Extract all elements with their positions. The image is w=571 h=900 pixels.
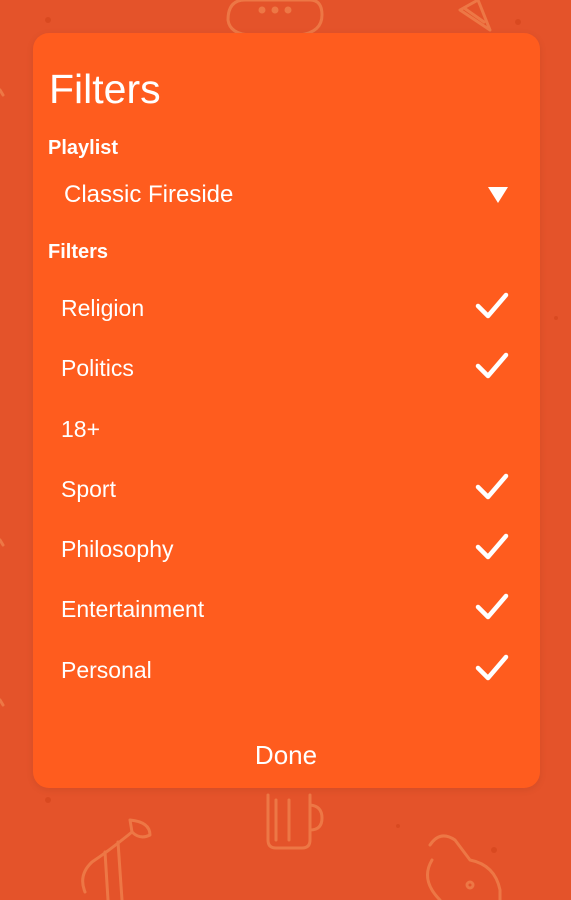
filter-label: Philosophy (61, 536, 174, 563)
checkmark-icon (475, 533, 509, 560)
checkmark-icon (475, 654, 509, 681)
filter-item-personal[interactable]: Personal (33, 640, 540, 700)
playlist-label: Playlist (48, 137, 119, 159)
filter-label: 18+ (61, 415, 101, 442)
filter-item-sport[interactable]: Sport (33, 459, 540, 519)
filter-label: Entertainment (61, 596, 205, 623)
filter-item-18plus[interactable]: 18+ (33, 399, 540, 459)
checkmark-icon (475, 594, 509, 620)
filter-label: Sport (61, 475, 116, 502)
triangle-down-icon (488, 187, 508, 203)
filters-section-label: Filters (48, 241, 109, 263)
filter-item-religion[interactable]: Religion (33, 278, 540, 338)
filter-label: Politics (61, 355, 134, 382)
dialog-title: Filters (49, 66, 161, 112)
done-button[interactable]: Done (186, 728, 386, 782)
filter-list: Religion Politics 18+ Sport Philosophy E… (33, 278, 540, 700)
filter-label: Religion (61, 295, 145, 321)
checkmark-icon (475, 353, 509, 379)
filters-dialog: Filters Playlist Classic Fireside Filter… (33, 33, 540, 788)
filter-item-entertainment[interactable]: Entertainment (33, 579, 540, 639)
filter-label: Personal (61, 656, 152, 683)
checkmark-icon (475, 473, 509, 500)
playlist-dropdown[interactable]: Classic Fireside (50, 173, 520, 217)
filter-item-politics[interactable]: Politics (33, 338, 540, 398)
playlist-selected-value: Classic Fireside (64, 181, 234, 208)
checkmark-icon (475, 292, 509, 319)
filter-item-philosophy[interactable]: Philosophy (33, 519, 540, 579)
